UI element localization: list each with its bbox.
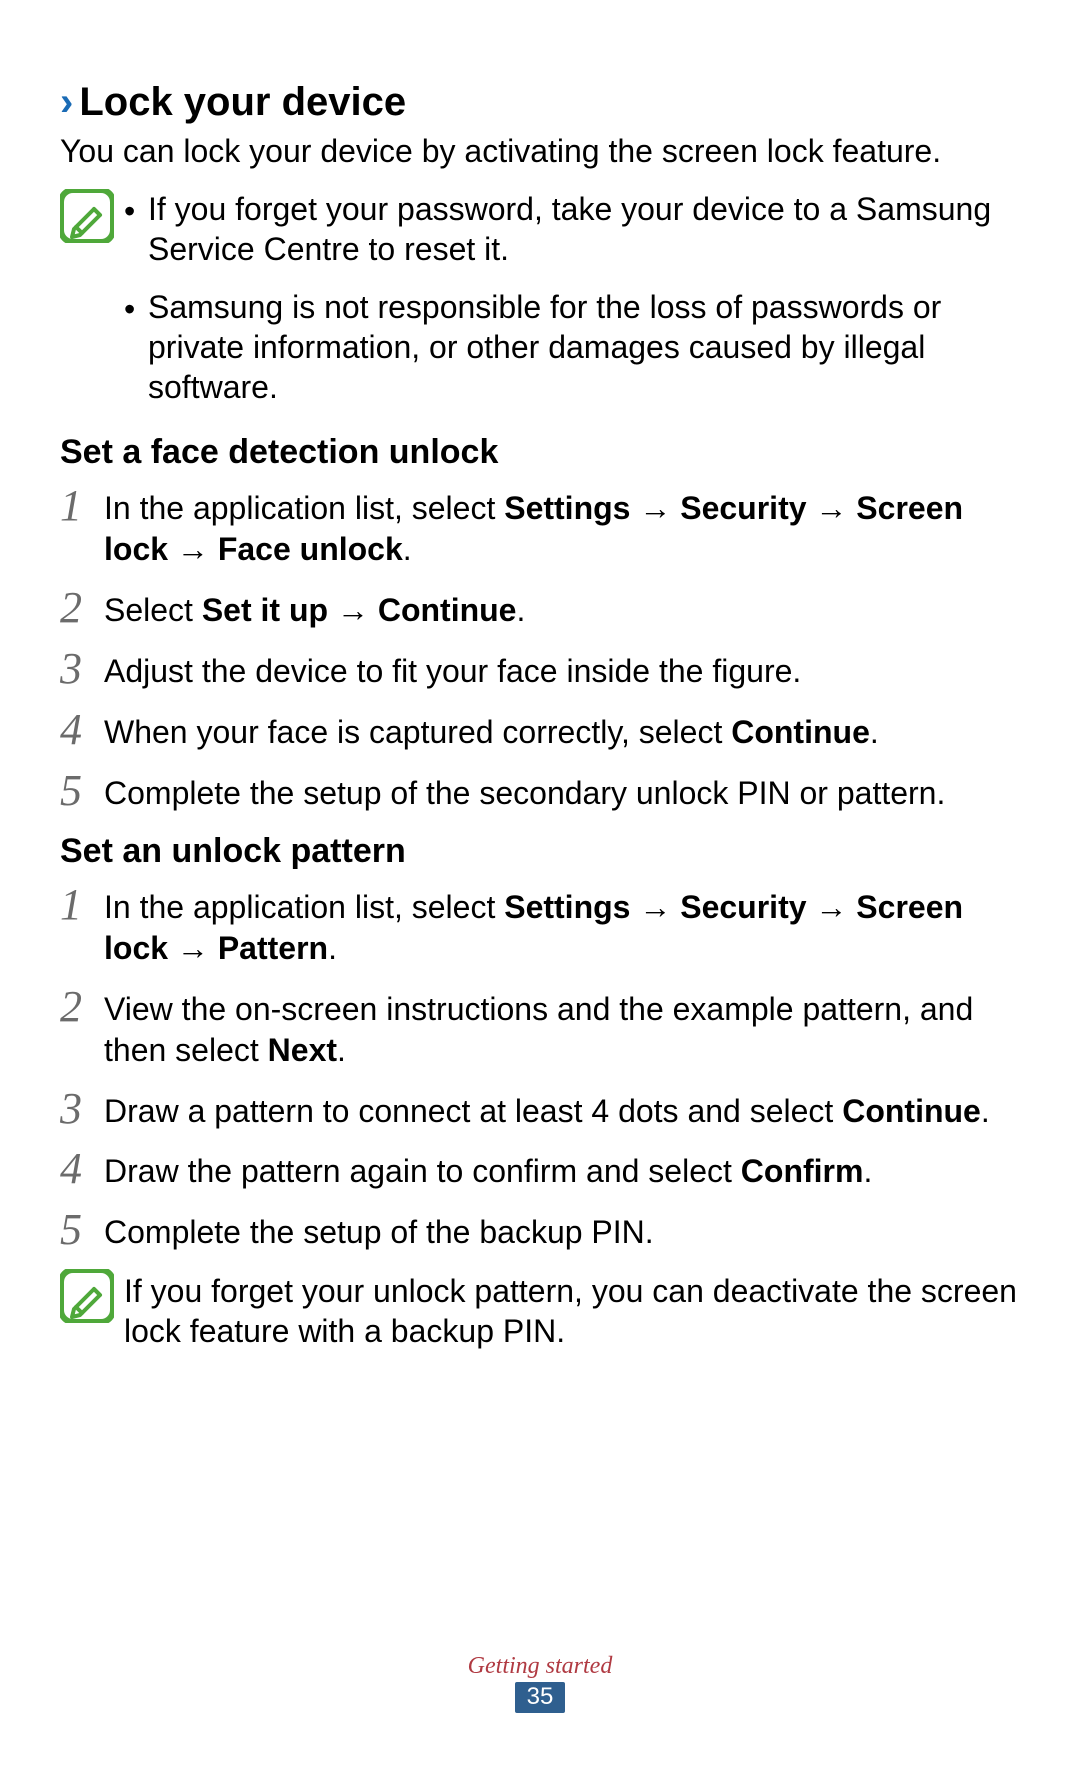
step-number: 1 [60, 883, 104, 927]
step-text: . [863, 1153, 872, 1189]
step-text: . [516, 592, 525, 628]
step-number: 4 [60, 708, 104, 752]
note-bullet: • Samsung is not responsible for the los… [124, 287, 1020, 407]
step-row: 1 In the application list, select Settin… [60, 484, 1020, 570]
step-text: . [337, 1032, 346, 1068]
step-text: Select [104, 592, 202, 628]
subhead-face-detection: Set a face detection unlock [60, 433, 1020, 472]
section-title: ›Lock your device [60, 80, 1020, 125]
step-text: Draw the pattern again to confirm and se… [104, 1153, 741, 1189]
step-bold: Next [268, 1032, 337, 1068]
step-text: . [328, 930, 337, 966]
page-footer: Getting started 35 [0, 1653, 1080, 1713]
note-bullet-text: Samsung is not responsible for the loss … [148, 287, 1020, 407]
step-number: 3 [60, 647, 104, 691]
step-text: In the application list, select [104, 490, 504, 526]
step-bold: Continue [731, 714, 870, 750]
step-bold: Continue [842, 1093, 981, 1129]
note-bullet: • If you forget your password, take your… [124, 189, 1020, 269]
step-body: Draw a pattern to connect at least 4 dot… [104, 1087, 1020, 1132]
step-body: Adjust the device to fit your face insid… [104, 647, 1020, 692]
step-row: 4 Draw the pattern again to confirm and … [60, 1147, 1020, 1192]
step-number: 3 [60, 1087, 104, 1131]
chevron-icon: › [60, 80, 73, 124]
step-row: 1 In the application list, select Settin… [60, 883, 1020, 969]
step-text: Adjust the device to fit your face insid… [104, 653, 801, 689]
step-text: When your face is captured correctly, se… [104, 714, 731, 750]
step-text: In the application list, select [104, 889, 504, 925]
step-body: Complete the setup of the secondary unlo… [104, 769, 1020, 814]
step-text: Complete the setup of the secondary unlo… [104, 775, 945, 811]
step-body: Select Set it up → Continue. [104, 586, 1020, 631]
note-callout-2: If you forget your unlock pattern, you c… [60, 1269, 1020, 1351]
step-row: 2 View the on-screen instructions and th… [60, 985, 1020, 1071]
step-bold: Set it up → Continue [202, 592, 517, 628]
bullet-dot: • [124, 189, 148, 269]
step-row: 3 Draw a pattern to connect at least 4 d… [60, 1087, 1020, 1132]
step-row: 3 Adjust the device to fit your face ins… [60, 647, 1020, 692]
section-title-text: Lock your device [79, 80, 406, 124]
footer-section-name: Getting started [0, 1653, 1080, 1680]
intro-text: You can lock your device by activating t… [60, 131, 1020, 171]
note-icon [60, 189, 114, 243]
step-body: Draw the pattern again to confirm and se… [104, 1147, 1020, 1192]
step-text: Draw a pattern to connect at least 4 dot… [104, 1093, 842, 1129]
step-body: View the on-screen instructions and the … [104, 985, 1020, 1071]
step-number: 2 [60, 985, 104, 1029]
step-text: View the on-screen instructions and the … [104, 991, 973, 1068]
step-number: 5 [60, 769, 104, 813]
step-text: . [981, 1093, 990, 1129]
note-bullet-text: If you forget your password, take your d… [148, 189, 1020, 269]
step-body: When your face is captured correctly, se… [104, 708, 1020, 753]
step-body: Complete the setup of the backup PIN. [104, 1208, 1020, 1253]
step-text: Complete the setup of the backup PIN. [104, 1214, 654, 1250]
step-row: 5 Complete the setup of the secondary un… [60, 769, 1020, 814]
note-icon [60, 1269, 114, 1323]
step-number: 2 [60, 586, 104, 630]
step-number: 1 [60, 484, 104, 528]
step-row: 5 Complete the setup of the backup PIN. [60, 1208, 1020, 1253]
step-body: In the application list, select Settings… [104, 484, 1020, 570]
note-text: If you forget your unlock pattern, you c… [124, 1269, 1020, 1351]
subhead-unlock-pattern: Set an unlock pattern [60, 832, 1020, 871]
bullet-dot: • [124, 287, 148, 407]
page-number-badge: 35 [515, 1682, 566, 1713]
step-number: 5 [60, 1208, 104, 1252]
step-number: 4 [60, 1147, 104, 1191]
step-text: . [403, 531, 412, 567]
step-body: In the application list, select Settings… [104, 883, 1020, 969]
step-row: 4 When your face is captured correctly, … [60, 708, 1020, 753]
note-content: • If you forget your password, take your… [124, 189, 1020, 407]
note-callout-1: • If you forget your password, take your… [60, 189, 1020, 407]
step-text: . [870, 714, 879, 750]
step-row: 2 Select Set it up → Continue. [60, 586, 1020, 631]
step-bold: Confirm [741, 1153, 864, 1189]
